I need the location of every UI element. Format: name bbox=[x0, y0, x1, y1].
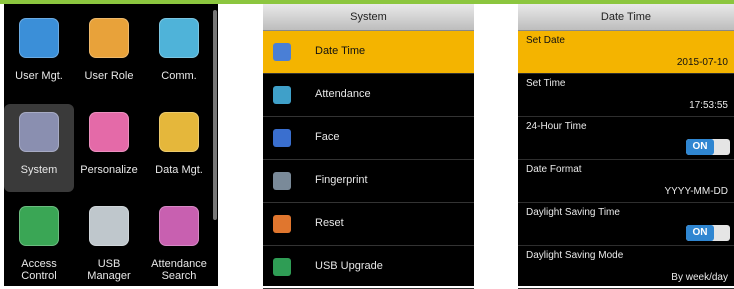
door-icon bbox=[19, 206, 59, 246]
setting-name: Set Date bbox=[526, 35, 565, 46]
list-item-label: Attendance bbox=[315, 88, 371, 100]
menu-item-usb-manager[interactable]: USB Manager bbox=[74, 198, 144, 286]
face-icon bbox=[273, 129, 291, 147]
setting-daylight-saving-mode[interactable]: Daylight Saving Mode By week/day bbox=[518, 246, 734, 289]
main-menu-panel: User Mgt. User Role Comm. System Persona… bbox=[4, 4, 218, 286]
menu-item-access-control[interactable]: Access Control bbox=[4, 198, 74, 286]
menu-item-personalize[interactable]: Personalize bbox=[74, 104, 144, 192]
list-item-label: Face bbox=[315, 131, 340, 143]
toggle-on-label: ON bbox=[686, 139, 714, 155]
list-item-usb-upgrade[interactable]: USB Upgrade bbox=[263, 246, 474, 289]
menu-item-system[interactable]: System bbox=[4, 104, 74, 192]
clock-icon bbox=[273, 43, 291, 61]
setting-set-time[interactable]: Set Time 17:53:55 bbox=[518, 74, 734, 117]
menu-item-label: Access Control bbox=[21, 258, 57, 282]
menu-item-attendance-search[interactable]: Attendance Search bbox=[144, 198, 214, 286]
list-item-label: Reset bbox=[315, 217, 344, 229]
daylight-saving-time-toggle[interactable]: ON bbox=[686, 225, 730, 241]
list-item-fingerprint[interactable]: Fingerprint bbox=[263, 160, 474, 203]
menu-item-user-mgt[interactable]: User Mgt. bbox=[4, 10, 74, 98]
list-item-label: Fingerprint bbox=[315, 174, 368, 186]
system-list-panel: System Date Time Attendance Face Fingerp… bbox=[263, 4, 474, 289]
list-item-face[interactable]: Face bbox=[263, 117, 474, 160]
menu-item-label: Comm. bbox=[161, 70, 197, 82]
list-item-reset[interactable]: Reset bbox=[263, 203, 474, 246]
setting-value: 17:53:55 bbox=[689, 100, 728, 111]
menu-item-label: Attendance Search bbox=[151, 258, 207, 282]
menu-item-user-role[interactable]: User Role bbox=[74, 10, 144, 98]
menu-item-label: Data Mgt. bbox=[155, 164, 203, 176]
satellite-icon bbox=[159, 18, 199, 58]
setting-name: 24-Hour Time bbox=[526, 121, 587, 132]
list-item-date-time[interactable]: Date Time bbox=[263, 31, 474, 74]
list-item-attendance[interactable]: Attendance bbox=[263, 74, 474, 117]
menu-item-label: User Role bbox=[84, 70, 134, 82]
gear-icon bbox=[19, 112, 59, 152]
setting-name: Set Time bbox=[526, 78, 566, 89]
24-hour-time-toggle[interactable]: ON bbox=[686, 139, 730, 155]
menu-item-comm[interactable]: Comm. bbox=[144, 10, 214, 98]
toggle-on-label: ON bbox=[686, 225, 714, 241]
usb-upgrade-icon bbox=[273, 258, 291, 276]
setting-24-hour-time[interactable]: 24-Hour Time ON bbox=[518, 117, 734, 160]
panel-title: Date Time bbox=[518, 4, 734, 31]
user-icon bbox=[19, 18, 59, 58]
attendance-icon bbox=[273, 86, 291, 104]
setting-date-format[interactable]: Date Format YYYY-MM-DD bbox=[518, 160, 734, 203]
menu-scrollbar[interactable] bbox=[213, 10, 217, 220]
reset-icon bbox=[273, 215, 291, 233]
magnifier-icon bbox=[159, 206, 199, 246]
usb-icon bbox=[89, 206, 129, 246]
date-time-panel: Date Time Set Date 2015-07-10 Set Time 1… bbox=[518, 4, 734, 289]
color-wheel-icon bbox=[89, 112, 129, 152]
menu-item-label: User Mgt. bbox=[15, 70, 63, 82]
menu-item-data-mgt[interactable]: Data Mgt. bbox=[144, 104, 214, 192]
fingerprint-icon bbox=[273, 172, 291, 190]
menu-item-label: System bbox=[20, 164, 58, 176]
key-icon bbox=[89, 18, 129, 58]
setting-value: By week/day bbox=[671, 272, 728, 283]
setting-name: Date Format bbox=[526, 164, 582, 175]
setting-name: Daylight Saving Time bbox=[526, 207, 620, 218]
panel-title: System bbox=[263, 4, 474, 31]
list-item-label: USB Upgrade bbox=[315, 260, 383, 272]
menu-item-label: Personalize bbox=[80, 164, 138, 176]
setting-value: YYYY-MM-DD bbox=[664, 186, 728, 197]
menu-item-label: USB Manager bbox=[87, 258, 131, 282]
setting-daylight-saving-time[interactable]: Daylight Saving Time ON bbox=[518, 203, 734, 246]
database-icon bbox=[159, 112, 199, 152]
list-item-label: Date Time bbox=[315, 45, 366, 57]
setting-name: Daylight Saving Mode bbox=[526, 250, 624, 261]
setting-value: 2015-07-10 bbox=[676, 57, 728, 68]
setting-set-date[interactable]: Set Date 2015-07-10 bbox=[518, 31, 734, 74]
